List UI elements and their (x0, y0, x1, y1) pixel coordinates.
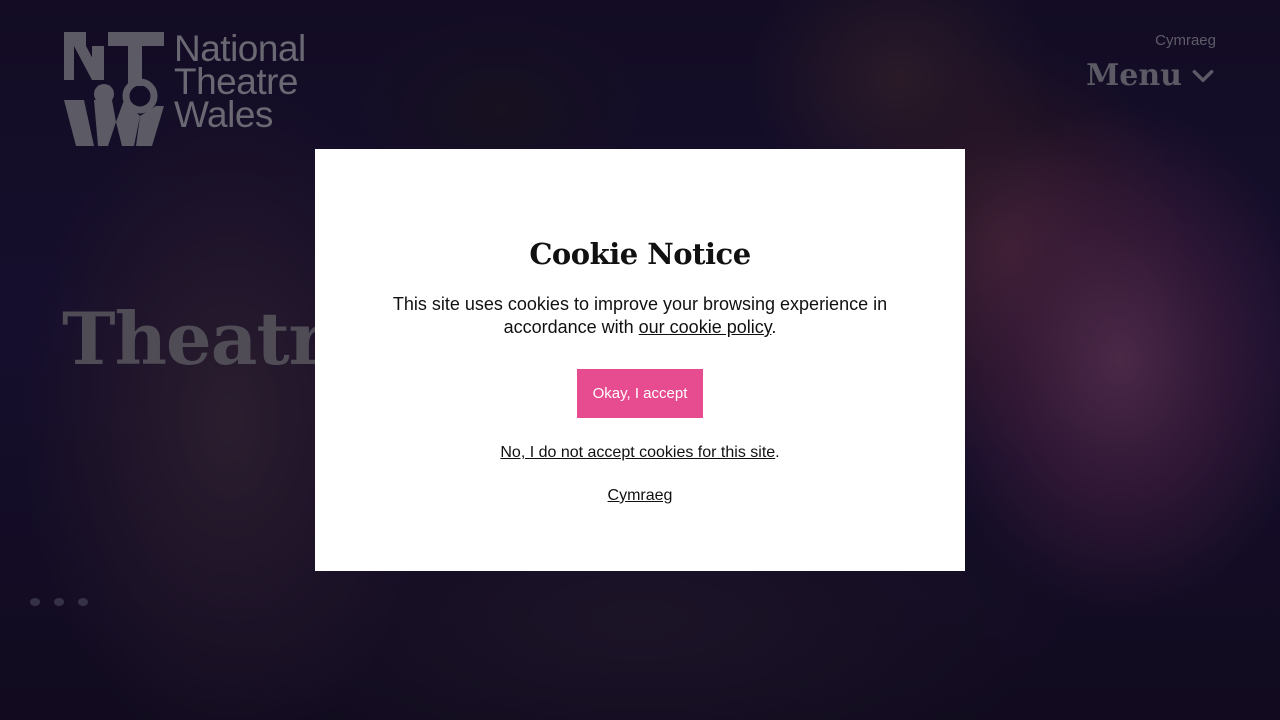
modal-language-row: Cymraeg (315, 487, 965, 505)
cookie-notice-dialog: Cookie Notice This site uses cookies to … (315, 149, 965, 571)
page: National Theatre Wales Cymraeg Menu Thea… (0, 0, 1280, 720)
site-logo[interactable]: National Theatre Wales (64, 30, 306, 146)
cookie-policy-link[interactable]: our cookie policy (639, 317, 772, 337)
accept-cookies-button[interactable]: Okay, I accept (577, 369, 703, 418)
decline-cookies-row: No, I do not accept cookies for this sit… (315, 444, 965, 462)
logo-line-wales: Wales (174, 94, 273, 135)
decline-cookies-link[interactable]: No, I do not accept cookies for this sit… (500, 444, 775, 461)
ntw-logo-mark-icon (64, 32, 164, 146)
menu-toggle[interactable]: Menu (1086, 58, 1216, 93)
modal-language-link[interactable]: Cymraeg (608, 487, 673, 504)
language-switch-link[interactable]: Cymraeg (1155, 32, 1216, 49)
menu-label: Menu (1086, 58, 1182, 93)
decline-period: . (775, 444, 780, 461)
chevron-down-icon (1192, 69, 1214, 82)
logo-wordmark: National Theatre Wales (174, 30, 306, 135)
cookie-notice-text: This site uses cookies to improve your b… (385, 293, 895, 339)
cookie-notice-title: Cookie Notice (529, 237, 751, 271)
cookie-body-period: . (771, 317, 777, 337)
